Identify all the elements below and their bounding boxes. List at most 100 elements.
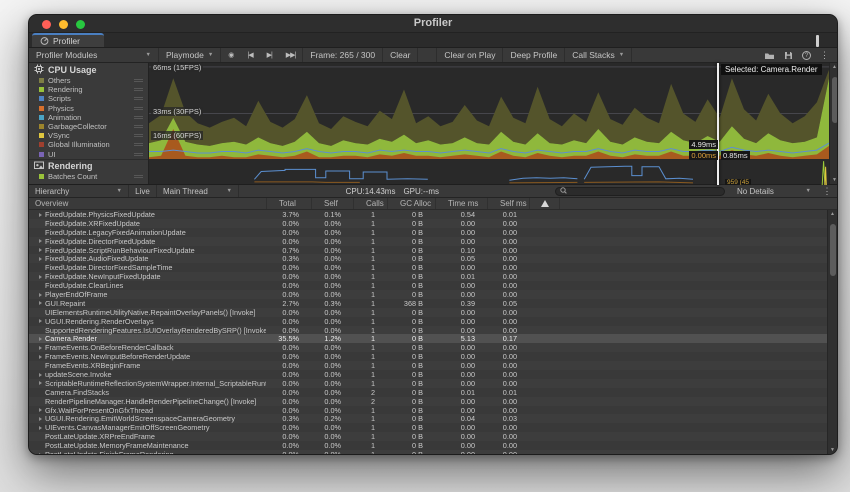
legend-item-batches-count[interactable]: Batches Count [29, 172, 148, 181]
tab-profiler[interactable]: Profiler [32, 33, 104, 47]
expand-arrow-icon[interactable] [39, 275, 42, 279]
clear-on-play-toggle[interactable]: Clear on Play [436, 48, 503, 62]
scroll-down-icon[interactable]: ▼ [828, 447, 837, 453]
table-scrollbar-thumb[interactable] [830, 224, 836, 276]
cpu-usage-chart[interactable]: 66ms (15FPS) 33ms (30FPS) 16ms (60FPS) [149, 63, 829, 159]
table-row[interactable]: FixedUpdate.PhysicsFixedUpdate3.7%0.1%10… [29, 210, 837, 219]
table-row[interactable]: FrameEvents.XRBeginFrame0.0%0.0%10 B0.00… [29, 361, 837, 370]
legend-item-rendering[interactable]: Rendering [29, 85, 148, 94]
scroll-up-icon[interactable]: ▲ [830, 64, 838, 70]
expand-arrow-icon[interactable] [39, 319, 42, 323]
column-header-total[interactable]: Total [266, 198, 311, 209]
scroll-down-icon[interactable]: ▼ [830, 177, 838, 183]
legend-item-physics[interactable]: Physics [29, 104, 148, 113]
legend-item-garbagecollector[interactable]: GarbageCollector [29, 122, 148, 131]
table-row[interactable]: UIElementsRuntimeUtilityNative.RepaintOv… [29, 308, 837, 317]
chart-scrollbar[interactable]: ▲ ▼ [829, 63, 838, 184]
playmode-dropdown[interactable]: Playmode ▼ [159, 48, 221, 62]
expand-arrow-icon[interactable] [39, 257, 42, 261]
call-stacks-dropdown[interactable]: Call Stacks ▼ [565, 48, 632, 62]
column-header-gc-alloc[interactable]: GC Alloc [387, 198, 435, 209]
load-profile-button[interactable] [764, 51, 775, 60]
clear-button[interactable]: Clear [383, 48, 418, 62]
next-frame-button[interactable]: ▶| [260, 48, 279, 62]
profiler-modules-dropdown[interactable]: Profiler Modules ▼ [29, 48, 159, 62]
column-header-calls[interactable]: Calls [353, 198, 387, 209]
table-row[interactable]: PlayerEndOfFrame0.0%0.0%10 B0.000.00 [29, 290, 837, 299]
table-row[interactable]: UGUI.Rendering.RenderOverlays0.0%0.0%10 … [29, 317, 837, 326]
table-row[interactable]: FixedUpdate.DirectorFixedUpdate0.0%0.0%1… [29, 237, 837, 246]
table-row[interactable]: FixedUpdate.XRFixedUpdate0.0%0.0%10 B0.0… [29, 219, 837, 228]
table-row[interactable]: FrameEvents.OnBeforeRenderCallback0.0%0.… [29, 343, 837, 352]
expand-arrow-icon[interactable] [39, 239, 42, 243]
frame-selection-line[interactable] [717, 63, 719, 185]
record-button[interactable]: ◉ [221, 48, 240, 62]
table-row[interactable]: updateScene.Invoke0.0%0.0%10 B0.000.00 [29, 370, 837, 379]
module-header-cpu-usage[interactable]: CPU Usage [29, 63, 148, 76]
search-field[interactable] [555, 187, 725, 196]
expand-arrow-icon[interactable] [39, 373, 42, 377]
table-row[interactable]: ScriptableRuntimeReflectionSystemWrapper… [29, 379, 837, 388]
legend-item-animation[interactable]: Animation [29, 113, 148, 122]
table-row[interactable]: UIEvents.CanvasManagerEmitOffScreenGeome… [29, 423, 837, 432]
expand-arrow-icon[interactable] [39, 453, 42, 454]
module-header-rendering[interactable]: Rendering [29, 159, 148, 172]
table-row[interactable]: RenderPipelineManager.HandleRenderPipeli… [29, 397, 837, 406]
legend-item-ui[interactable]: UI [29, 150, 148, 159]
minimize-button[interactable] [59, 20, 68, 29]
expand-arrow-icon[interactable] [39, 408, 42, 412]
table-row[interactable]: Camera.FindStacks0.0%0.0%20 B0.010.01 [29, 388, 837, 397]
column-header-overview[interactable]: Overview [29, 198, 266, 209]
column-header-time-ms[interactable]: Time ms [435, 198, 487, 209]
table-row[interactable]: FixedUpdate.LegacyFixedAnimationUpdate0.… [29, 228, 837, 237]
table-row[interactable]: SupportedRenderingFeatures.IsUIOverlayRe… [29, 326, 837, 335]
legend-item-scripts[interactable]: Scripts [29, 94, 148, 103]
view-mode-dropdown[interactable]: Hierarchy ▼ [29, 185, 129, 197]
table-row[interactable]: PostLateUpdate.FinishFrameRendering0.0%0… [29, 450, 837, 454]
prev-frame-button[interactable]: |◀ [240, 48, 259, 62]
table-row[interactable]: PostLateUpdate.XRPreEndFrame0.0%0.0%10 B… [29, 432, 837, 441]
save-profile-button[interactable] [784, 51, 793, 60]
table-row[interactable]: FixedUpdate.AudioFixedUpdate0.3%0.0%10 B… [29, 254, 837, 263]
expand-arrow-icon[interactable] [39, 417, 42, 421]
deep-profile-toggle[interactable]: Deep Profile [503, 48, 565, 62]
legend-item-vsync[interactable]: VSync [29, 131, 148, 140]
close-button[interactable] [42, 20, 51, 29]
table-row[interactable]: Gfx.WaitForPresentOnGfxThread0.0%0.0%10 … [29, 406, 837, 415]
legend-item-others[interactable]: Others [29, 76, 148, 85]
expand-arrow-icon[interactable] [39, 337, 42, 341]
table-row[interactable]: FixedUpdate.DirectorFixedSampleTime0.0%0… [29, 263, 837, 272]
last-frame-button[interactable]: ▶▶| [279, 48, 304, 62]
expand-arrow-icon[interactable] [39, 381, 42, 385]
expand-arrow-icon[interactable] [39, 293, 42, 297]
expand-arrow-icon[interactable] [39, 248, 42, 252]
zoom-button[interactable] [76, 20, 85, 29]
thread-dropdown[interactable]: Main Thread ▼ [157, 185, 239, 197]
expand-arrow-icon[interactable] [39, 301, 42, 305]
kebab-menu-icon[interactable]: ⋮ [820, 50, 829, 61]
chart-area[interactable]: 66ms (15FPS) 33ms (30FPS) 16ms (60FPS) S… [149, 63, 829, 184]
details-dropdown[interactable]: No Details ▼ [731, 185, 817, 197]
table-row[interactable]: FixedUpdate.ScriptRunBehaviourFixedUpdat… [29, 246, 837, 255]
titlebar[interactable]: Profiler [29, 15, 837, 33]
table-row[interactable]: PostLateUpdate.MemoryFrameMaintenance0.0… [29, 441, 837, 450]
search-input[interactable] [570, 187, 720, 196]
table-row[interactable]: GUI.Repaint2.7%0.3%1368 B0.390.05 [29, 299, 837, 308]
live-toggle[interactable]: Live [129, 185, 157, 197]
expand-arrow-icon[interactable] [39, 355, 42, 359]
hierarchy-kebab-menu-icon[interactable]: ⋮ [817, 185, 837, 197]
expand-arrow-icon[interactable] [39, 426, 42, 430]
table-row-selected[interactable]: Camera.Render35.5%1.2%10 B5.130.17 [29, 334, 837, 343]
column-header-warnings[interactable] [529, 198, 559, 209]
chart-scrollbar-thumb[interactable] [832, 77, 838, 123]
legend-item-global-illumination[interactable]: Global Illumination [29, 140, 148, 149]
column-header-self-ms[interactable]: Self ms [487, 198, 529, 209]
scroll-up-icon[interactable]: ▲ [828, 211, 837, 217]
expand-arrow-icon[interactable] [39, 213, 42, 217]
table-row[interactable]: FrameEvents.NewInputBeforeRenderUpdate0.… [29, 352, 837, 361]
column-header-self[interactable]: Self [311, 198, 353, 209]
expand-arrow-icon[interactable] [39, 346, 42, 350]
table-row[interactable]: FixedUpdate.ClearLines0.0%0.0%10 B0.000.… [29, 281, 837, 290]
help-icon[interactable]: ? [802, 51, 811, 60]
table-row[interactable]: FixedUpdate.NewInputFixedUpdate0.0%0.0%1… [29, 272, 837, 281]
